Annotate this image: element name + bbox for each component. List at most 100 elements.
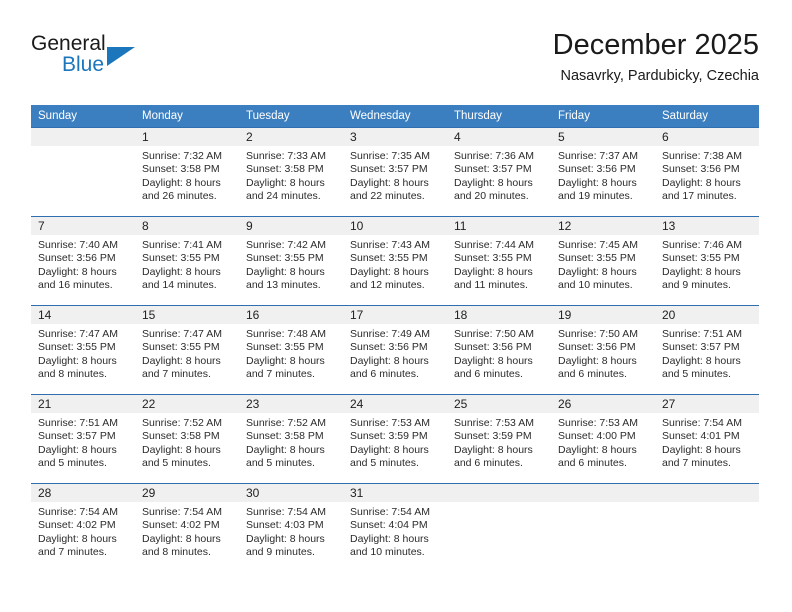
calendar-cell: 28 Sunrise: 7:54 AM Sunset: 4:02 PM Dayligh… xyxy=(31,483,135,572)
day-cell[interactable]: 1 Sunrise: 7:32 AM Sunset: 3:58 PM Daylight… xyxy=(135,127,239,216)
sunrise-time: Sunrise: 7:35 AM xyxy=(350,150,430,162)
day-cell[interactable]: 21 Sunrise: 7:51 AM Sunset: 3:57 PM Dayligh… xyxy=(31,394,135,483)
day-number: 28 xyxy=(31,484,135,502)
day-cell[interactable]: 5 Sunrise: 7:37 AM Sunset: 3:56 PM Daylight… xyxy=(551,127,655,216)
day-cell[interactable]: 2 Sunrise: 7:33 AM Sunset: 3:58 PM Daylight… xyxy=(239,127,343,216)
day-number: 31 xyxy=(343,484,447,502)
day-cell[interactable]: 22 Sunrise: 7:52 AM Sunset: 3:58 PM Dayligh… xyxy=(135,394,239,483)
day-cell[interactable]: 25 Sunrise: 7:53 AM Sunset: 3:59 PM Dayligh… xyxy=(447,394,551,483)
sunset-time: Sunset: 3:55 PM xyxy=(246,252,324,265)
daylight-duration-line1: Daylight: 8 hours xyxy=(246,443,325,456)
daylight-duration-line2: and 19 minutes. xyxy=(558,190,633,203)
day-cell[interactable]: 31 Sunrise: 7:54 AM Sunset: 4:04 PM Dayligh… xyxy=(343,483,447,572)
day-cell[interactable]: 8 Sunrise: 7:41 AM Sunset: 3:55 PM Daylight… xyxy=(135,216,239,305)
sunset-time: Sunset: 3:55 PM xyxy=(662,252,740,265)
day-cell[interactable]: 30 Sunrise: 7:54 AM Sunset: 4:03 PM Dayligh… xyxy=(239,483,343,572)
day-cell[interactable]: 16 Sunrise: 7:48 AM Sunset: 3:55 PM Dayligh… xyxy=(239,305,343,394)
day-details: Sunrise: 7:54 AM Sunset: 4:04 PM Daylight:… xyxy=(343,502,447,560)
calendar-cell: 18 Sunrise: 7:50 AM Sunset: 3:56 PM Dayligh… xyxy=(447,305,551,394)
sunrise-time: Sunrise: 7:50 AM xyxy=(558,328,638,340)
calendar-page: General Blue December 2025 Nasavrky, Par… xyxy=(0,0,792,612)
day-number: 30 xyxy=(239,484,343,502)
sunrise-time: Sunrise: 7:36 AM xyxy=(454,150,534,162)
sunrise-time: Sunrise: 7:54 AM xyxy=(662,417,742,429)
daylight-duration-line2: and 16 minutes. xyxy=(38,279,113,292)
daylight-duration-line2: and 6 minutes. xyxy=(350,368,419,381)
day-cell[interactable]: 11 Sunrise: 7:44 AM Sunset: 3:55 PM Dayligh… xyxy=(447,216,551,305)
day-cell[interactable]: 6 Sunrise: 7:38 AM Sunset: 3:56 PM Daylight… xyxy=(655,127,759,216)
sunset-time: Sunset: 3:58 PM xyxy=(246,163,324,176)
day-cell[interactable]: 26 Sunrise: 7:53 AM Sunset: 4:00 PM Dayligh… xyxy=(551,394,655,483)
sunset-time: Sunset: 3:57 PM xyxy=(38,430,116,443)
calendar-cell xyxy=(31,127,135,216)
sunset-time: Sunset: 4:02 PM xyxy=(38,519,116,532)
sunset-time: Sunset: 3:55 PM xyxy=(558,252,636,265)
day-details: Sunrise: 7:42 AM Sunset: 3:55 PM Daylight:… xyxy=(239,235,343,293)
sunrise-time: Sunrise: 7:33 AM xyxy=(246,150,326,162)
daylight-duration-line2: and 5 minutes. xyxy=(38,457,107,470)
day-cell[interactable]: 23 Sunrise: 7:52 AM Sunset: 3:58 PM Dayligh… xyxy=(239,394,343,483)
day-cell[interactable]: 12 Sunrise: 7:45 AM Sunset: 3:55 PM Dayligh… xyxy=(551,216,655,305)
day-cell[interactable]: 15 Sunrise: 7:47 AM Sunset: 3:55 PM Dayligh… xyxy=(135,305,239,394)
day-cell[interactable]: 20 Sunrise: 7:51 AM Sunset: 3:57 PM Dayligh… xyxy=(655,305,759,394)
day-cell[interactable]: 17 Sunrise: 7:49 AM Sunset: 3:56 PM Dayligh… xyxy=(343,305,447,394)
day-details: Sunrise: 7:54 AM Sunset: 4:03 PM Daylight:… xyxy=(239,502,343,560)
day-cell[interactable]: 7 Sunrise: 7:40 AM Sunset: 3:56 PM Daylight… xyxy=(31,216,135,305)
day-cell[interactable]: 13 Sunrise: 7:46 AM Sunset: 3:55 PM Dayligh… xyxy=(655,216,759,305)
day-details: Sunrise: 7:37 AM Sunset: 3:56 PM Daylight:… xyxy=(551,146,655,204)
general-blue-logo[interactable]: General Blue xyxy=(31,32,201,92)
day-details: Sunrise: 7:50 AM Sunset: 3:56 PM Daylight:… xyxy=(447,324,551,382)
day-details: Sunrise: 7:40 AM Sunset: 3:56 PM Daylight:… xyxy=(31,235,135,293)
day-details: Sunrise: 7:49 AM Sunset: 3:56 PM Daylight:… xyxy=(343,324,447,382)
day-cell[interactable]: 9 Sunrise: 7:42 AM Sunset: 3:55 PM Daylight… xyxy=(239,216,343,305)
sunset-time: Sunset: 3:57 PM xyxy=(350,163,428,176)
daylight-duration-line1: Daylight: 8 hours xyxy=(350,176,429,189)
day-cell[interactable]: 3 Sunrise: 7:35 AM Sunset: 3:57 PM Daylight… xyxy=(343,127,447,216)
calendar-cell xyxy=(655,483,759,572)
day-cell[interactable]: 27 Sunrise: 7:54 AM Sunset: 4:01 PM Dayligh… xyxy=(655,394,759,483)
calendar-cell xyxy=(447,483,551,572)
day-number xyxy=(447,484,551,502)
day-number: 29 xyxy=(135,484,239,502)
sunrise-time: Sunrise: 7:53 AM xyxy=(454,417,534,429)
sunrise-time: Sunrise: 7:46 AM xyxy=(662,239,742,251)
day-cell[interactable]: 4 Sunrise: 7:36 AM Sunset: 3:57 PM Daylight… xyxy=(447,127,551,216)
day-cell[interactable]: 19 Sunrise: 7:50 AM Sunset: 3:56 PM Dayligh… xyxy=(551,305,655,394)
day-number xyxy=(655,484,759,502)
sunset-time: Sunset: 4:01 PM xyxy=(662,430,740,443)
day-cell[interactable]: 29 Sunrise: 7:54 AM Sunset: 4:02 PM Dayligh… xyxy=(135,483,239,572)
sunset-time: Sunset: 3:56 PM xyxy=(662,163,740,176)
day-cell[interactable]: 24 Sunrise: 7:53 AM Sunset: 3:59 PM Dayligh… xyxy=(343,394,447,483)
day-number: 6 xyxy=(655,128,759,146)
day-cell[interactable]: 28 Sunrise: 7:54 AM Sunset: 4:02 PM Dayligh… xyxy=(31,483,135,572)
sunset-time: Sunset: 3:56 PM xyxy=(558,341,636,354)
day-details: Sunrise: 7:53 AM Sunset: 3:59 PM Daylight:… xyxy=(343,413,447,471)
daylight-duration-line1: Daylight: 8 hours xyxy=(246,532,325,545)
calendar-week-row: 28 Sunrise: 7:54 AM Sunset: 4:02 PM Dayligh… xyxy=(31,483,759,572)
day-number: 15 xyxy=(135,306,239,324)
daylight-duration-line2: and 17 minutes. xyxy=(662,190,737,203)
sunset-time: Sunset: 3:55 PM xyxy=(246,341,324,354)
daylight-duration-line2: and 11 minutes. xyxy=(454,279,528,292)
daylight-duration-line1: Daylight: 8 hours xyxy=(38,532,117,545)
daylight-duration-line2: and 5 minutes. xyxy=(142,457,211,470)
sunset-time: Sunset: 3:59 PM xyxy=(454,430,532,443)
calendar-body: 1 Sunrise: 7:32 AM Sunset: 3:58 PM Daylight… xyxy=(31,127,759,572)
day-number: 25 xyxy=(447,395,551,413)
day-cell[interactable]: 14 Sunrise: 7:47 AM Sunset: 3:55 PM Dayligh… xyxy=(31,305,135,394)
sunrise-time: Sunrise: 7:51 AM xyxy=(662,328,742,340)
daylight-duration-line2: and 14 minutes. xyxy=(142,279,217,292)
daylight-duration-line1: Daylight: 8 hours xyxy=(350,265,429,278)
sunset-time: Sunset: 4:03 PM xyxy=(246,519,324,532)
day-cell[interactable]: 18 Sunrise: 7:50 AM Sunset: 3:56 PM Dayligh… xyxy=(447,305,551,394)
sunset-time: Sunset: 3:55 PM xyxy=(454,252,532,265)
daylight-duration-line1: Daylight: 8 hours xyxy=(246,354,325,367)
day-number: 16 xyxy=(239,306,343,324)
day-details: Sunrise: 7:51 AM Sunset: 3:57 PM Daylight:… xyxy=(31,413,135,471)
day-cell[interactable]: 10 Sunrise: 7:43 AM Sunset: 3:55 PM Dayligh… xyxy=(343,216,447,305)
day-number: 9 xyxy=(239,217,343,235)
daylight-duration-line1: Daylight: 8 hours xyxy=(142,532,221,545)
calendar-week-row: 7 Sunrise: 7:40 AM Sunset: 3:56 PM Daylight… xyxy=(31,216,759,305)
day-details: Sunrise: 7:44 AM Sunset: 3:55 PM Daylight:… xyxy=(447,235,551,293)
calendar-cell: 17 Sunrise: 7:49 AM Sunset: 3:56 PM Dayligh… xyxy=(343,305,447,394)
